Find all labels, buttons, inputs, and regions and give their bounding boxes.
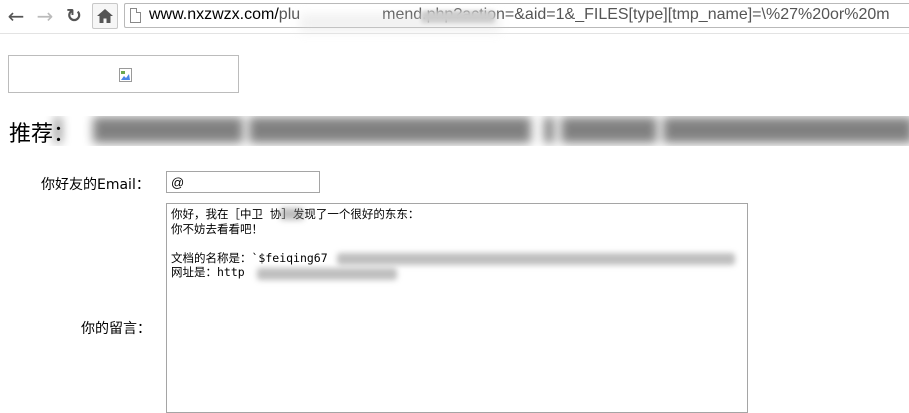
back-arrow-icon[interactable]: ← (5, 4, 27, 28)
message-redaction (280, 208, 304, 220)
message-redaction (337, 253, 735, 265)
url-text: www.nxzwzx.com/plu mend.php?action=&aid=1… (149, 6, 890, 24)
reload-icon[interactable]: ↻ (63, 5, 85, 27)
heading-redaction (93, 117, 243, 143)
url-path-visible: plu (278, 6, 301, 23)
message-redaction (257, 268, 397, 280)
forward-arrow-icon[interactable]: → (34, 4, 56, 28)
broken-image-icon (119, 68, 132, 82)
heading-redaction (561, 117, 657, 143)
address-bar[interactable]: www.nxzwzx.com/plu mend.php?action=&aid=1… (124, 3, 909, 28)
page-icon (130, 8, 141, 23)
message-line: 你不妨去看看吧！ (171, 221, 263, 236)
logo-image-placeholder (8, 55, 239, 93)
message-textarea[interactable]: 你好，我在［中卫 协］发现了一个很好的东东： 你不妨去看看吧！ 文档的名称是：`… (166, 203, 748, 413)
message-line (171, 236, 743, 251)
url-host: www.nxzwzx.com/ (149, 6, 279, 23)
url-smudge (300, 14, 500, 32)
browser-toolbar: ← → ↻ www.nxzwzx.com/plu mend.php?action=… (0, 0, 909, 33)
message-line: 你好，我在［中卫 协］发现了一个很好的东东： (171, 207, 420, 221)
heading-redaction (544, 117, 554, 143)
home-icon[interactable] (92, 3, 118, 29)
heading-redaction (249, 117, 531, 143)
email-field[interactable]: @ (166, 171, 320, 193)
heading-redaction (663, 117, 909, 143)
heading-label: 推荐： (9, 122, 76, 146)
recommend-heading: 推荐： (9, 116, 909, 146)
toolbar-divider (0, 33, 909, 34)
message-label: 你的留言： (81, 321, 151, 337)
email-label: 你好友的Email： (41, 177, 150, 193)
heading-redaction (55, 117, 61, 143)
